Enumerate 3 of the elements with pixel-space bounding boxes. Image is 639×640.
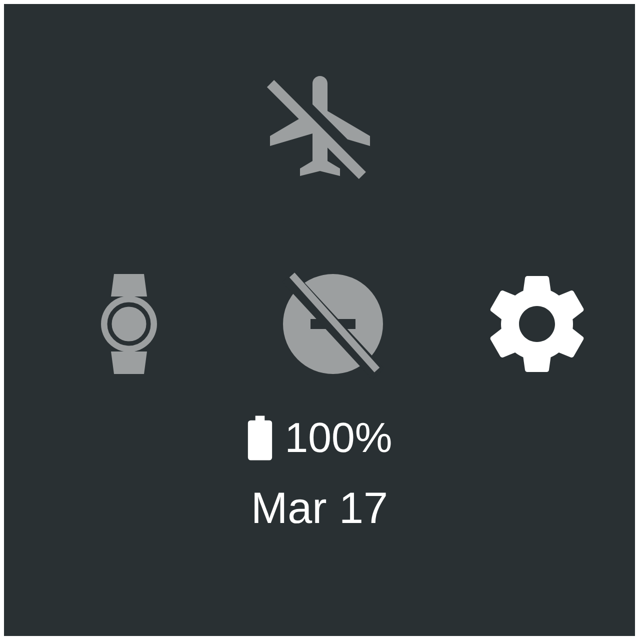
battery-percentage: 100% <box>284 414 392 462</box>
battery-icon <box>246 415 273 461</box>
date-text: Mar 17 <box>251 484 388 534</box>
